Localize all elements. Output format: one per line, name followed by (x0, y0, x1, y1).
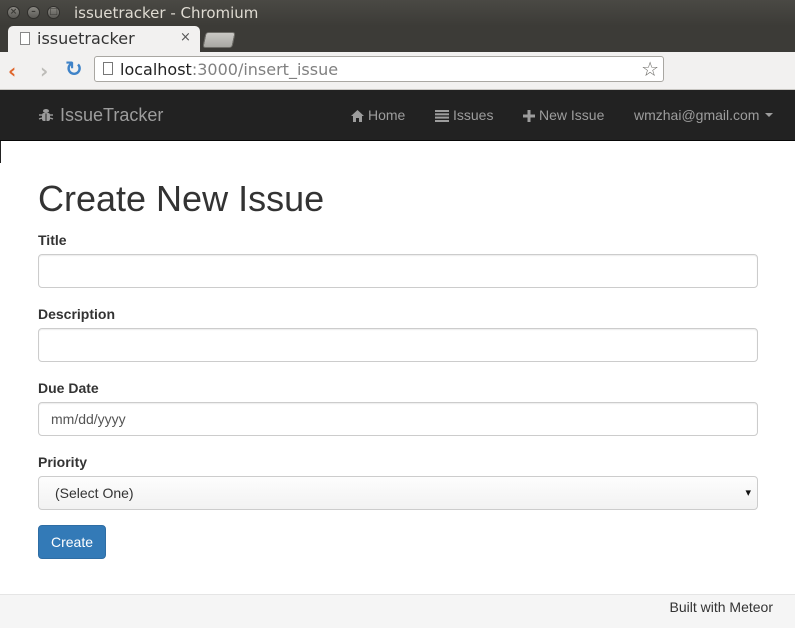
due-date-input[interactable] (38, 402, 758, 436)
browser-toolbar: ‹ › ↻ localhost:3000/insert_issue ☆ (0, 52, 795, 90)
priority-select[interactable]: (Select One) ▾ (38, 476, 758, 510)
page-footer: Built with Meteor (0, 594, 795, 628)
home-icon (351, 110, 364, 122)
page-favicon-icon (20, 32, 30, 45)
priority-label: Priority (38, 454, 88, 470)
nav-item-label: Issues (453, 107, 494, 123)
app-navbar: IssueTracker Home Issues New Issue wmzha… (0, 90, 795, 141)
brand-name: IssueTracker (60, 105, 164, 125)
page-icon (103, 62, 113, 75)
reload-icon[interactable]: ↻ (65, 57, 83, 81)
forward-arrow-icon[interactable]: › (40, 59, 48, 83)
nav-item-new-issue[interactable]: New Issue (523, 107, 604, 123)
nav-item-label: New Issue (539, 107, 605, 123)
title-label: Title (38, 232, 67, 248)
user-email: wmzhai@gmail.com (634, 107, 760, 123)
brand-link[interactable]: IssueTracker (38, 105, 163, 126)
url-host: localhost (120, 60, 192, 79)
tab-strip: issuetracker × (0, 26, 795, 52)
bug-icon (38, 109, 54, 121)
address-bar[interactable]: localhost:3000/insert_issue ☆ (94, 56, 664, 82)
tab-close-icon[interactable]: × (180, 30, 191, 45)
url-path: :3000/insert_issue (191, 60, 339, 79)
window-title: issuetracker - Chromium (74, 4, 259, 22)
browser-tab[interactable]: issuetracker × (8, 26, 200, 52)
nav-item-home[interactable]: Home (351, 107, 405, 123)
title-input[interactable] (38, 254, 758, 288)
nav-item-issues[interactable]: Issues (435, 107, 493, 123)
dropdown-arrow-icon: ▾ (745, 486, 751, 499)
create-button[interactable]: Create (38, 525, 106, 559)
url-text[interactable]: localhost:3000/insert_issue (120, 60, 338, 79)
list-icon (435, 110, 449, 122)
window-close-button[interactable]: × (7, 6, 20, 19)
window-minimize-button[interactable]: – (27, 6, 40, 19)
back-arrow-icon[interactable]: ‹ (8, 59, 16, 83)
due-date-label: Due Date (38, 380, 99, 396)
page-title: Create New Issue (38, 178, 325, 219)
window-maximize-button[interactable]: □ (47, 6, 60, 19)
nav-item-label: Home (368, 107, 406, 123)
description-input[interactable] (38, 328, 758, 362)
plus-icon (523, 110, 535, 122)
chevron-down-icon (765, 113, 774, 117)
user-menu-dropdown[interactable]: wmzhai@gmail.com (634, 107, 774, 123)
footer-text: Built with Meteor (669, 599, 773, 615)
priority-selected-value: (Select One) (55, 485, 134, 501)
new-tab-button[interactable] (202, 32, 236, 48)
edge-marker (0, 141, 1, 163)
window-title-bar: × – □ issuetracker - Chromium (0, 0, 795, 26)
bookmark-star-icon[interactable]: ☆ (641, 57, 659, 81)
description-label: Description (38, 306, 116, 322)
tab-title: issuetracker (37, 29, 135, 48)
